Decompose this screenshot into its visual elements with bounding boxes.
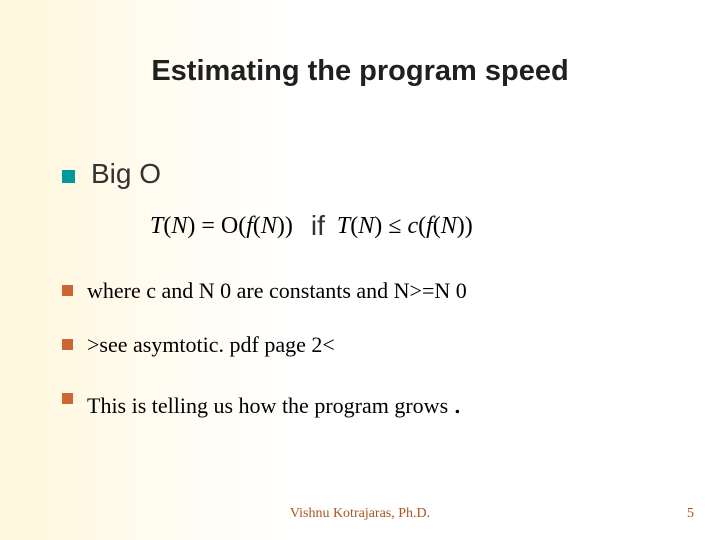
sub-bullet-1-text: where c and N 0 are constants and N>=N 0 <box>87 278 467 304</box>
main-bullet-text: Big O <box>91 158 161 190</box>
page-number: 5 <box>687 506 694 522</box>
slide-content: Estimating the program speed Big O T(N) … <box>0 0 720 540</box>
sub-bullet-2-text: >see asymtotic. pdf page 2< <box>87 332 335 358</box>
bullet-square-icon <box>62 170 75 183</box>
footer-author: Vishnu Kotrajaras, Ph.D. <box>0 506 720 522</box>
sub-bullet-1: where c and N 0 are constants and N>=N 0 <box>62 278 467 304</box>
formula-if: if <box>311 210 325 242</box>
sub-bullet-3: This is telling us how the program grows… <box>62 386 461 422</box>
slide-title: Estimating the program speed <box>0 55 720 88</box>
sub-bullet-2: >see asymtotic. pdf page 2< <box>62 332 335 358</box>
formula-right: T(N) ≤ c(f(N)) <box>337 213 473 240</box>
formula-left: T(N) = O(f(N)) <box>150 213 293 240</box>
formula-row: T(N) = O(f(N)) if T(N) ≤ c(f(N)) <box>150 210 473 242</box>
bullet-square-icon <box>62 393 73 404</box>
sub-bullet-3-text: This is telling us how the program grows… <box>87 386 461 422</box>
main-bullet-row: Big O <box>62 158 161 190</box>
bullet-square-icon <box>62 339 73 350</box>
bullet-square-icon <box>62 285 73 296</box>
